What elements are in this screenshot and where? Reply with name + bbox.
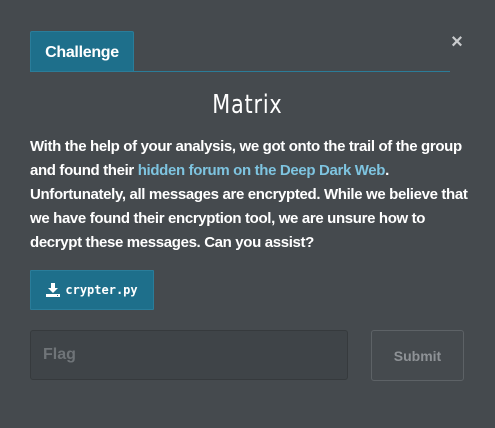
challenge-description: With the help of your analysis, we got o… [30,135,470,255]
download-icon [46,283,61,297]
flag-input[interactable] [30,330,348,380]
close-icon[interactable]: × [448,32,466,52]
file-name: crypter.py [65,283,138,297]
tab-underline [30,71,450,72]
hidden-forum-link[interactable]: hidden forum on the Deep Dark Web [138,162,386,179]
challenge-title: Matrix [212,90,283,120]
download-file-button[interactable]: crypter.py [30,270,154,310]
submit-button[interactable]: Submit [371,330,464,381]
challenge-dialog: × Challenge Matrix With the help of your… [0,0,495,428]
tab-challenge[interactable]: Challenge [30,31,134,72]
